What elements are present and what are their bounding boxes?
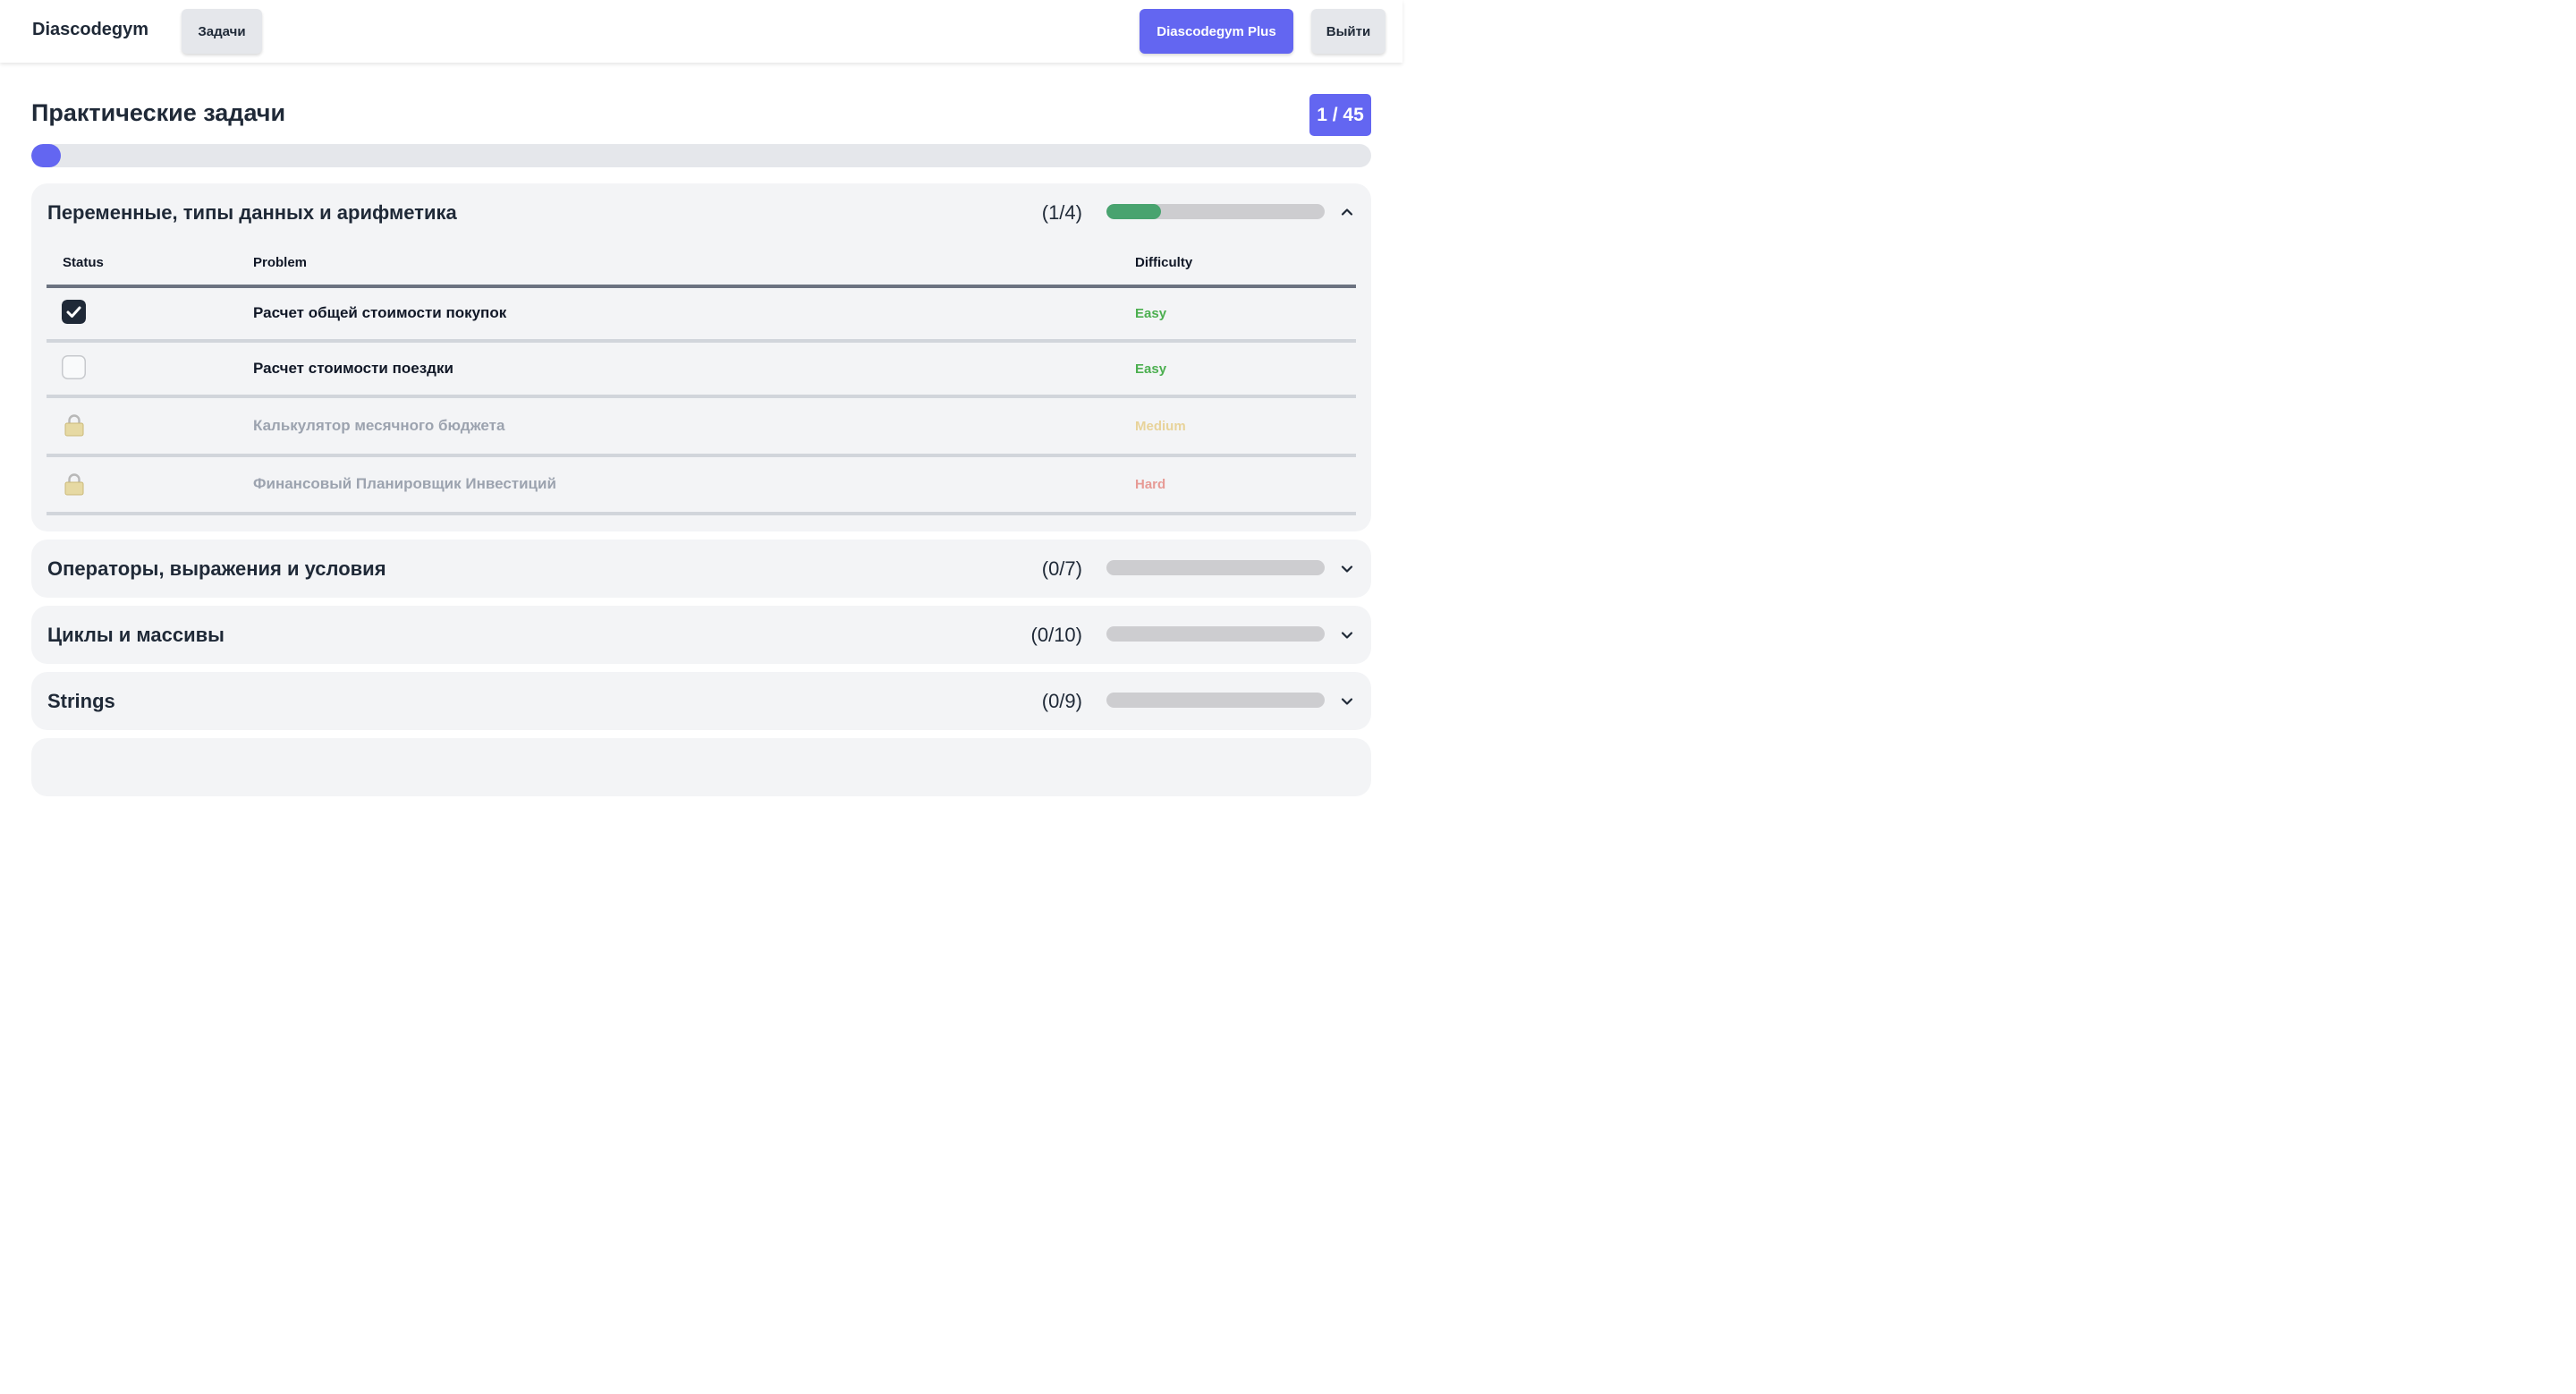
page-title: Практические задачи [31,99,286,126]
solved-counter-badge: 1 / 45 [1309,94,1371,136]
top-navbar: Diascodegym Задачи Diascodegym Plus Выйт… [0,0,1402,63]
overall-progress-fill [31,144,61,167]
column-header-difficulty[interactable]: Difficulty [1135,255,1192,270]
row-divider [47,339,1356,343]
chevron-down-icon[interactable] [1340,628,1354,642]
empty-checkbox-icon[interactable] [62,355,86,379]
section-count: (0/7) [1041,557,1082,580]
check-square-icon[interactable] [62,300,86,324]
problem-name: Финансовый Планировщик Инвестиций [253,475,556,492]
logout-button[interactable]: Выйти [1311,9,1385,54]
problem-name[interactable]: Расчет общей стоимости покупок [253,304,506,322]
section-progress-fill [1106,204,1161,219]
lock-icon [64,414,84,437]
section-count: (1/4) [1041,201,1082,224]
plus-button[interactable]: Diascodegym Plus [1140,9,1293,54]
lock-icon [64,473,84,496]
chevron-down-icon[interactable] [1340,562,1354,576]
problem-name: Калькулятор месячного бюджета [253,417,505,434]
difficulty-label: Hard [1135,477,1166,492]
section-count: (0/10) [1030,624,1082,646]
row-divider [47,512,1356,515]
section-progress-bar [1106,693,1325,708]
section-loops[interactable]: Циклы и массивы (0/10) [31,606,1371,664]
chevron-up-icon[interactable] [1340,205,1354,219]
row-divider [47,395,1356,398]
section-progress-bar [1106,204,1325,219]
chevron-down-icon[interactable] [1340,694,1354,709]
tasks-button[interactable]: Задачи [182,9,262,54]
difficulty-label: Medium [1135,419,1186,434]
section-next[interactable] [31,738,1371,796]
problem-name[interactable]: Расчет стоимости поездки [253,360,453,378]
section-progress-bar [1106,560,1325,575]
brand-logo[interactable]: Diascodegym [32,20,148,40]
section-progress-bar [1106,626,1325,642]
difficulty-label: Easy [1135,306,1167,321]
section-title[interactable]: Переменные, типы данных и арифметика [47,201,457,225]
section-variables: Переменные, типы данных и арифметика (1/… [31,183,1371,531]
section-operators[interactable]: Операторы, выражения и условия (0/7) [31,540,1371,598]
column-header-problem[interactable]: Problem [253,255,307,270]
row-divider [47,454,1356,457]
difficulty-label: Easy [1135,361,1167,377]
table-header-divider [47,285,1356,288]
section-count: (0/9) [1041,690,1082,712]
section-strings[interactable]: Strings (0/9) [31,672,1371,730]
overall-progress-bar [31,144,1371,167]
section-title[interactable]: Операторы, выражения и условия [47,557,386,581]
column-header-status[interactable]: Status [63,255,104,270]
section-title[interactable]: Циклы и массивы [47,624,225,647]
section-title[interactable]: Strings [47,690,115,713]
